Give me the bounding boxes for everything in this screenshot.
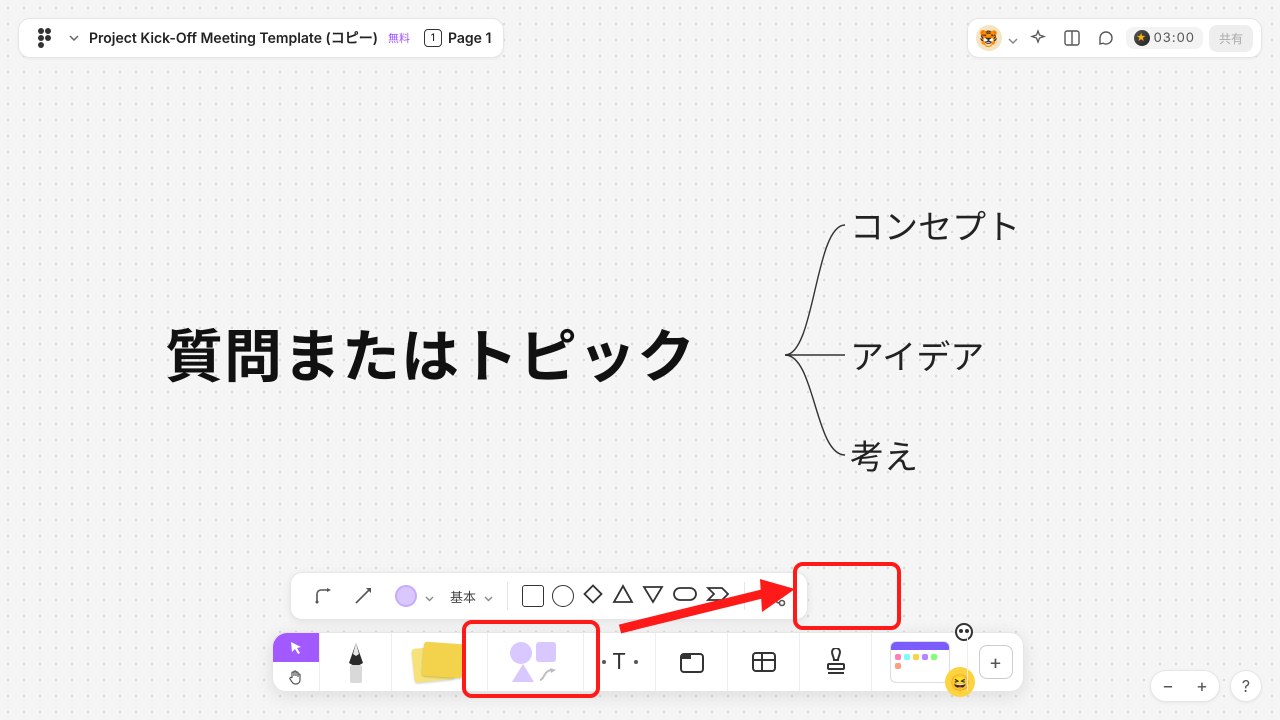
elbow-connector-icon[interactable] bbox=[307, 580, 339, 612]
mindmap-branch[interactable]: 考え bbox=[850, 430, 918, 479]
free-badge: 無料 bbox=[388, 30, 410, 46]
comment-icon[interactable] bbox=[1092, 24, 1120, 52]
diamond-shape-button[interactable] bbox=[582, 583, 604, 609]
page-label: Page 1 bbox=[448, 30, 491, 47]
mindmap-branch[interactable]: アイデア bbox=[850, 330, 984, 379]
mindmap-topic[interactable]: 質問またはトピック bbox=[165, 310, 696, 394]
timer-value: 03:00 bbox=[1154, 30, 1195, 46]
share-button[interactable]: 共有 bbox=[1209, 25, 1253, 52]
sticky-note-tool[interactable] bbox=[391, 633, 487, 691]
collab-header: 🐯 ★ 03:00 共有 bbox=[967, 18, 1262, 58]
hand-tool[interactable] bbox=[273, 662, 319, 691]
stroke-style-label[interactable]: 基本 bbox=[450, 587, 476, 606]
file-header: Project Kick-Off Meeting Template (コピー) … bbox=[18, 18, 504, 58]
more-tools-button[interactable]: + bbox=[967, 633, 1023, 691]
file-title[interactable]: Project Kick-Off Meeting Template (コピー) bbox=[89, 28, 378, 48]
svg-text:T: T bbox=[612, 649, 626, 675]
layout-grid-icon[interactable] bbox=[1058, 24, 1086, 52]
chevron-down-icon[interactable] bbox=[425, 586, 434, 606]
square-shape-button[interactable] bbox=[522, 585, 544, 607]
circle-shape-button[interactable] bbox=[552, 585, 574, 607]
mindmap-root[interactable]: 質問またはトピック bbox=[165, 310, 696, 394]
page-icon: 1 bbox=[424, 29, 442, 47]
straight-connector-icon[interactable] bbox=[347, 580, 379, 612]
user-avatar[interactable]: 🐯 bbox=[976, 25, 1002, 51]
zoom-in-button[interactable]: + bbox=[1185, 676, 1219, 697]
shapes-tool[interactable] bbox=[487, 633, 583, 691]
stamp-tool[interactable] bbox=[799, 633, 871, 691]
connector-sub-icon bbox=[538, 668, 558, 682]
zoom-controls: − + ? bbox=[1150, 670, 1262, 702]
shape-color-swatch[interactable] bbox=[395, 585, 417, 607]
timer-icon: ★ bbox=[1134, 30, 1150, 46]
chevron-down-icon[interactable] bbox=[69, 35, 79, 41]
help-button[interactable]: ? bbox=[1230, 670, 1262, 702]
figma-menu-icon[interactable] bbox=[31, 24, 59, 52]
chevron-down-icon[interactable] bbox=[484, 586, 493, 606]
timer-chip[interactable]: ★ 03:00 bbox=[1126, 27, 1203, 49]
select-tool[interactable] bbox=[273, 633, 319, 662]
page-selector[interactable]: 1 Page 1 bbox=[424, 29, 491, 47]
chevron-down-icon[interactable] bbox=[1008, 28, 1018, 48]
ai-sparkle-icon[interactable] bbox=[1024, 24, 1052, 52]
pen-tool[interactable] bbox=[319, 633, 391, 691]
zoom-out-button[interactable]: − bbox=[1151, 676, 1185, 697]
widgets-tool[interactable]: 😆 bbox=[871, 633, 967, 691]
mindmap-branch[interactable]: コンセプト bbox=[850, 200, 1020, 249]
annotation-arrow bbox=[610, 574, 800, 644]
